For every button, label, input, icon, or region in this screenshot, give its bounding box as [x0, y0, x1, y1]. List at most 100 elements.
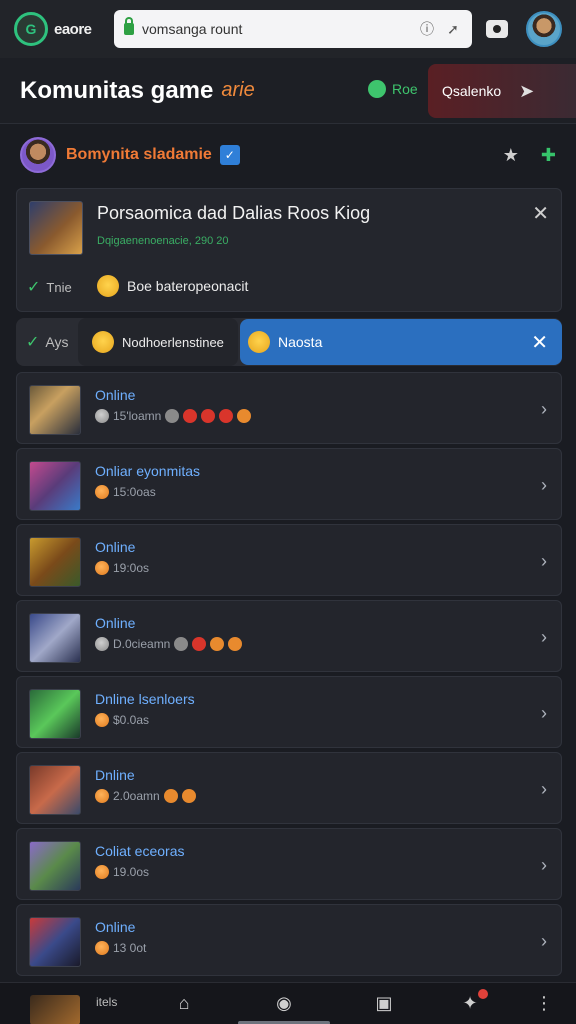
list-item[interactable]: Online 19:0os › [16, 524, 562, 596]
filter-chip[interactable]: Nodhoerlenstinee [78, 318, 238, 366]
grid-icon[interactable]: ✚ [541, 145, 556, 166]
badge-icon [192, 637, 207, 651]
close-icon[interactable]: ✕ [532, 201, 549, 226]
game-thumbnail [29, 537, 81, 587]
list-item[interactable]: Online D.0cieamn › [16, 600, 562, 672]
row-status: Coliat eceoras [95, 843, 185, 859]
info-icon[interactable]: ⓘ [418, 20, 436, 38]
coin-icon [95, 941, 109, 955]
chat-icon [368, 80, 386, 98]
camera-icon[interactable] [486, 20, 508, 38]
badge-icon [219, 409, 234, 423]
header-action-label: Qsalenko [442, 83, 502, 99]
row-meta-text: 15:0oas [113, 485, 156, 499]
browser-bar: G eaore vomsanga rount ⓘ ➚ [0, 0, 576, 58]
send-icon[interactable]: ➤ [519, 81, 534, 102]
home-icon[interactable]: ⌂ [170, 991, 198, 1015]
row-meta: D.0cieamn [95, 637, 243, 651]
list-item[interactable]: Online 15'loamn › [16, 372, 562, 444]
filter-check[interactable]: ✓ Ays [16, 332, 78, 352]
chevron-right-icon[interactable]: › [541, 399, 547, 420]
url-text[interactable]: vomsanga rount [142, 21, 410, 37]
post-check-label: Tnie [46, 279, 72, 295]
filter-check-label: Ays [45, 334, 69, 350]
row-status: Online [95, 539, 136, 555]
coin-icon [95, 637, 109, 651]
chevron-right-icon[interactable]: › [541, 475, 547, 496]
game-thumbnail [29, 917, 81, 967]
list-item[interactable]: Online 13 0ot › [16, 904, 562, 976]
notification-badge [478, 989, 488, 999]
post-check[interactable]: ✓ Tnie [27, 277, 72, 297]
brand[interactable]: G eaore [14, 12, 110, 46]
profile-name[interactable]: Bomynita sladamie [66, 146, 212, 164]
badge-icon [210, 637, 225, 651]
more-icon[interactable]: ⋮ [530, 991, 558, 1015]
user-avatar[interactable] [526, 11, 562, 47]
bottom-nav: itels ⌂ ◉ ▣ ✦ ⋮ [0, 982, 576, 1024]
row-meta: 15:0oas [95, 485, 156, 499]
badge-icon [201, 409, 216, 423]
mini-player-thumbnail[interactable] [30, 995, 80, 1024]
page-header: Komunitas game arie Roe Qsalenko ➤ [0, 58, 576, 124]
row-meta-text: 19:0os [113, 561, 150, 575]
chevron-right-icon[interactable]: › [541, 855, 547, 876]
game-thumbnail [29, 689, 81, 739]
chat-button[interactable]: Roe [368, 80, 418, 98]
row-meta-text: 15'loamn [113, 409, 162, 423]
list-item[interactable]: Dnline 2.0oamn › [16, 752, 562, 824]
post-reaction[interactable]: Boe bateropeonacit [97, 275, 248, 297]
chevron-right-icon[interactable]: › [541, 551, 547, 572]
star-icon[interactable]: ★ [503, 145, 519, 166]
row-meta: $0.0as [95, 713, 149, 727]
header-action-button[interactable]: Qsalenko ➤ [428, 64, 576, 118]
gamepad-icon[interactable]: ▣ [370, 991, 398, 1015]
row-meta: 13 0ot [95, 941, 146, 955]
profile-row: Bomynita sladamie ✓ ★ ✚ [0, 124, 576, 186]
row-meta-text: 13 0ot [113, 941, 147, 955]
chevron-right-icon[interactable]: › [541, 703, 547, 724]
badge-icon [165, 409, 180, 423]
badge-icon [228, 637, 243, 651]
badge-icon [183, 409, 198, 423]
row-meta: 19:0os [95, 561, 149, 575]
chevron-right-icon[interactable]: › [541, 779, 547, 800]
list-item[interactable]: Onliar eyonmitas 15:0oas › [16, 448, 562, 520]
list-item[interactable]: Coliat eceoras 19.0os › [16, 828, 562, 900]
post-reaction-label: Boe bateropeonacit [127, 278, 249, 294]
list-item[interactable]: Dnline lsenloers $0.0as › [16, 676, 562, 748]
post-title: Porsaomica dad Dalias Roos Kiog [97, 203, 371, 223]
row-status: Online [95, 615, 136, 631]
row-meta: 2.0oamn [95, 789, 196, 803]
post-card[interactable]: Porsaomica dad Dalias Roos Kiog Dqigaene… [16, 188, 562, 312]
post-thumbnail [29, 201, 83, 255]
badge-icon [181, 789, 196, 803]
row-meta-text: 2.0oamn [113, 789, 160, 803]
row-meta-text: 19.0os [113, 865, 150, 879]
filter-chip-active[interactable]: Naosta ✕ [240, 319, 562, 365]
row-meta-text: D.0cieamn [113, 637, 171, 651]
coin-icon [95, 409, 109, 423]
badge-icon [163, 789, 178, 803]
address-bar[interactable]: vomsanga rount ⓘ ➚ [114, 10, 472, 48]
game-thumbnail [29, 765, 81, 815]
row-meta: 19.0os [95, 865, 149, 879]
compass-icon[interactable]: ◉ [270, 991, 298, 1015]
profile-avatar[interactable] [20, 137, 56, 173]
row-status: Dnline lsenloers [95, 691, 195, 707]
chevron-right-icon[interactable]: › [541, 931, 547, 952]
row-status: Onliar eyonmitas [95, 463, 201, 479]
game-thumbnail [29, 385, 81, 435]
smile-emoji-icon [97, 275, 119, 297]
coin-icon [95, 789, 109, 803]
brand-logo-icon: G [14, 12, 48, 46]
row-status: Dnline [95, 767, 135, 783]
lock-icon [124, 17, 134, 35]
close-icon[interactable]: ✕ [531, 330, 548, 355]
share-icon[interactable]: ➚ [444, 20, 462, 38]
chevron-right-icon[interactable]: › [541, 627, 547, 648]
mini-player-label: itels [96, 995, 118, 1009]
row-status: Online [95, 919, 136, 935]
row-status: Online [95, 387, 136, 403]
coin-icon [95, 865, 109, 879]
